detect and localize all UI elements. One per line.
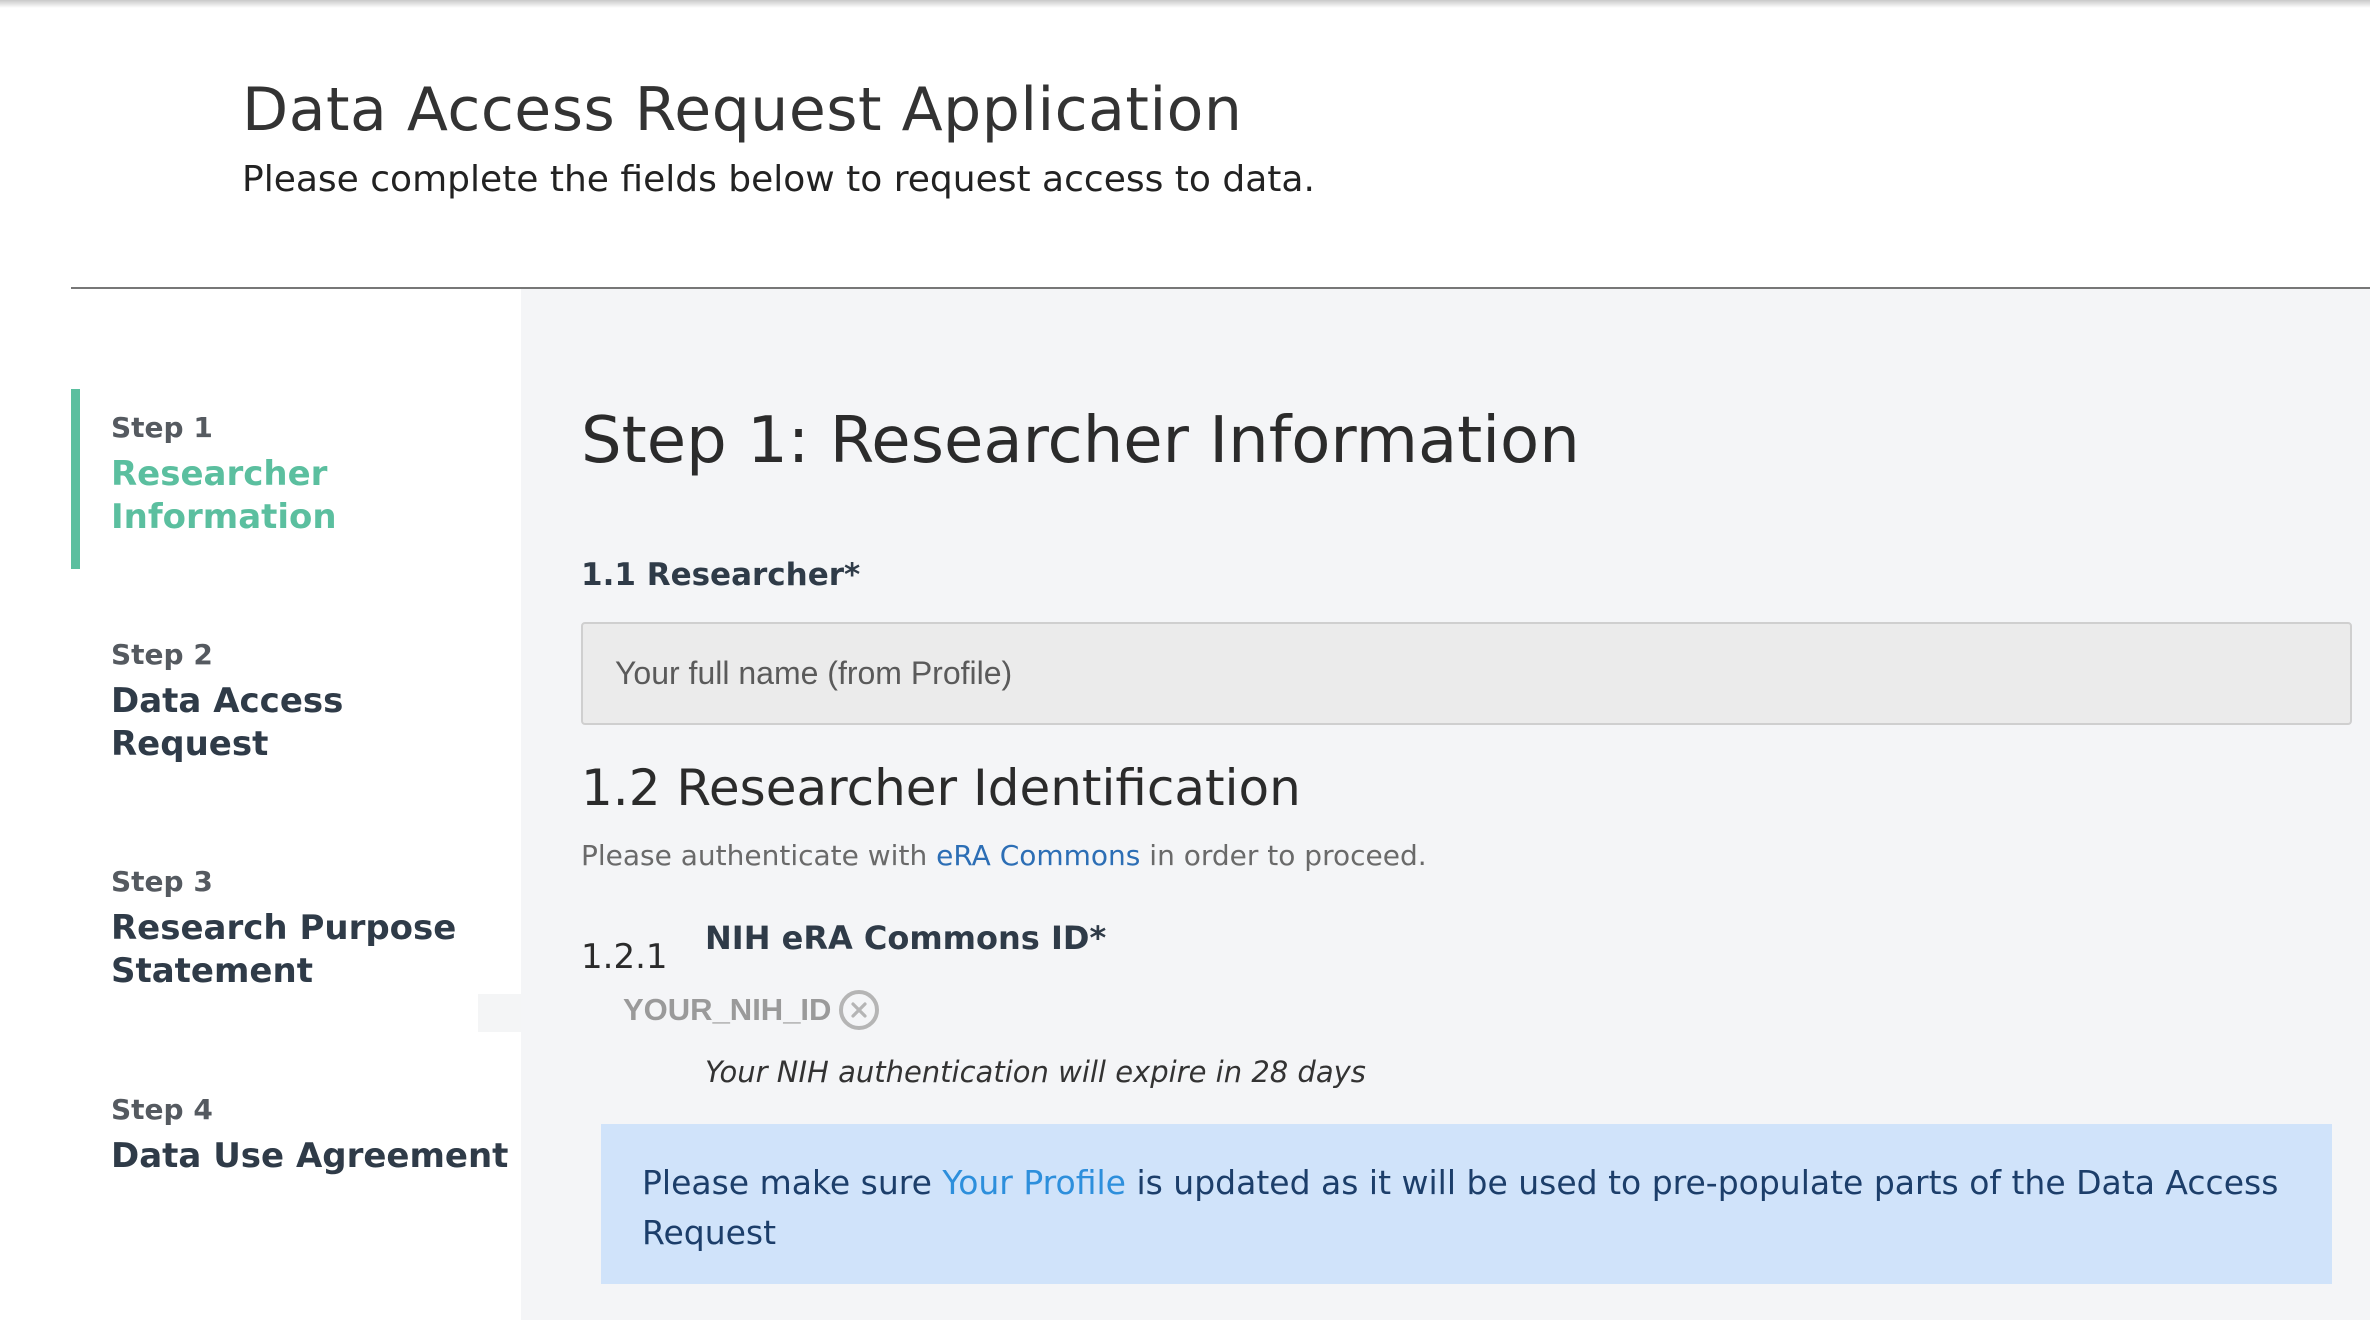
step-name: Researcher Information <box>111 454 337 537</box>
nih-id-label: NIH eRA Commons ID* <box>705 919 1107 957</box>
step-name: Research Purpose Statement <box>111 908 457 991</box>
era-commons-link[interactable]: eRA Commons <box>936 839 1140 872</box>
step-number: Step 3 <box>111 865 213 898</box>
profile-info-banner: Please make sure Your Profile is updated… <box>601 1124 2332 1284</box>
sidebar-notch <box>478 994 521 1032</box>
close-circle-icon[interactable] <box>839 990 880 1030</box>
top-shadow <box>0 0 2370 8</box>
step-number: Step 4 <box>111 1093 213 1126</box>
sidebar-step-2[interactable]: Step 2 Data Access Request <box>71 616 521 796</box>
step-heading: Step 1: Researcher Information <box>581 404 1580 478</box>
step-number: Step 2 <box>111 638 213 671</box>
auth-suffix: in order to proceed. <box>1140 839 1427 872</box>
sidebar-step-4[interactable]: Step 4 Data Use Agreement <box>71 1071 521 1251</box>
nih-expire-note: Your NIH authentication will expire in 2… <box>705 1055 1366 1089</box>
step-number: Step 1 <box>111 411 213 444</box>
auth-instructions: Please authenticate with eRA Commons in … <box>581 839 1427 872</box>
nih-id-row: YOUR_NIH_ID <box>623 988 880 1032</box>
page-subtitle: Please complete the fields below to requ… <box>242 159 1315 200</box>
sidebar-step-3[interactable]: Step 3 Research Purpose Statement <box>71 843 521 1023</box>
section-heading-identification: 1.2 Researcher Identification <box>581 759 1301 817</box>
researcher-label: 1.1 Researcher* <box>581 557 861 593</box>
step-name: Data Use Agreement <box>111 1136 509 1176</box>
page-title: Data Access Request Application <box>242 75 1243 145</box>
researcher-name-input[interactable] <box>581 622 2352 725</box>
sidebar-step-1[interactable]: Step 1 Researcher Information <box>71 389 521 569</box>
step-sidebar: Step 1 Researcher Information Step 2 Dat… <box>71 289 521 1320</box>
your-profile-link[interactable]: Your Profile <box>942 1163 1126 1202</box>
subsection-number: 1.2.1 <box>581 937 668 977</box>
auth-prefix: Please authenticate with <box>581 839 937 872</box>
main-form: Step 1: Researcher Information 1.1 Resea… <box>521 289 2370 1320</box>
page-header: Data Access Request Application Please c… <box>242 70 2242 202</box>
nih-id-value: YOUR_NIH_ID <box>623 992 832 1027</box>
banner-prefix: Please make sure <box>642 1163 943 1202</box>
step-name: Data Access Request <box>111 681 344 764</box>
